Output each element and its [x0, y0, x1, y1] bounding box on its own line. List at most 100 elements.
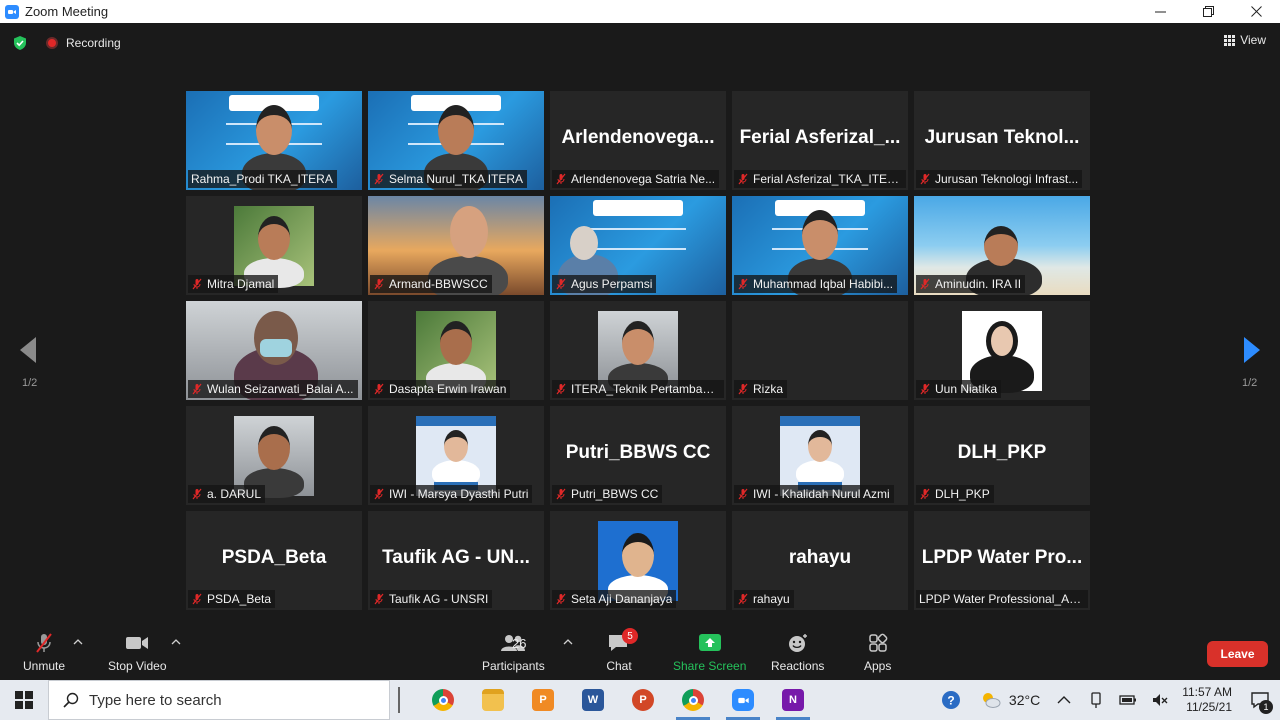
participant-tile[interactable]: Selma Nurul_TKA ITERA	[368, 91, 544, 190]
next-page-arrow-icon[interactable]	[1240, 335, 1264, 365]
participant-tile[interactable]: Seta Aji Dananjaya	[550, 511, 726, 610]
participant-tile[interactable]: Dasapta Erwin Irawan	[368, 301, 544, 400]
file-explorer-taskbar-button[interactable]	[468, 680, 518, 720]
reactions-button[interactable]: Reactions	[771, 632, 824, 673]
muted-mic-icon	[738, 488, 748, 500]
participant-tile[interactable]: Ferial Asferizal_... Ferial Asferizal_TKA…	[732, 91, 908, 190]
participant-name: Dasapta Erwin Irawan	[389, 382, 507, 396]
battery-icon[interactable]	[1118, 690, 1138, 710]
security-shield-icon[interactable]	[12, 35, 28, 51]
share-screen-label: Share Screen	[673, 659, 747, 673]
onenote-taskbar-button[interactable]: N	[768, 680, 818, 720]
participant-name: Mitra Djamal	[207, 277, 275, 291]
chevron-up-icon[interactable]	[1054, 690, 1074, 710]
participant-tile[interactable]: IWI - Khalidah Nurul Azmi	[732, 406, 908, 505]
pdf-app-taskbar-button[interactable]: P	[518, 680, 568, 720]
participant-tile[interactable]: Rizka	[732, 301, 908, 400]
participant-nameplate: a. DARUL	[188, 485, 266, 503]
profile-photo	[416, 416, 496, 496]
participant-tile[interactable]: Wulan Seizarwati_Balai A...	[186, 301, 362, 400]
apps-button[interactable]: Apps	[864, 632, 891, 673]
chrome-profile-taskbar-button[interactable]	[668, 680, 718, 720]
close-icon	[1250, 6, 1262, 17]
participant-nameplate: PSDA_Beta	[188, 590, 276, 608]
participant-nameplate: Dasapta Erwin Irawan	[370, 380, 511, 398]
participant-tile[interactable]: Uun Niatika	[914, 301, 1090, 400]
restore-button[interactable]	[1184, 0, 1232, 23]
participant-tile[interactable]: Taufik AG - UN... Taufik AG - UNSRI	[368, 511, 544, 610]
muted-mic-icon	[556, 488, 566, 500]
action-center-button[interactable]: 1	[1240, 680, 1280, 720]
video-options-caret-icon[interactable]	[171, 638, 181, 646]
participant-tile[interactable]: Rahma_Prodi TKA_ITERA	[186, 91, 362, 190]
notification-count-badge: 1	[1259, 700, 1273, 714]
clock-date: 11/25/21	[1186, 700, 1232, 714]
minimize-button[interactable]	[1136, 0, 1184, 23]
participant-nameplate: Rahma_Prodi TKA_ITERA	[188, 170, 337, 188]
muted-mic-icon	[374, 383, 384, 395]
recording-label[interactable]: Recording	[66, 36, 121, 50]
participant-tile[interactable]: Armand-BBWSCC	[368, 196, 544, 295]
muted-mic-icon	[920, 173, 930, 185]
chrome-taskbar-button[interactable]	[418, 680, 468, 720]
zoom-taskbar-button[interactable]	[718, 680, 768, 720]
participant-tile[interactable]: Jurusan Teknol... Jurusan Teknologi Infra…	[914, 91, 1090, 190]
help-icon[interactable]: ?	[941, 690, 961, 710]
participant-tile[interactable]: a. DARUL	[186, 406, 362, 505]
windows-logo-icon	[15, 691, 33, 709]
reactions-smiley-icon	[788, 634, 807, 652]
participants-count: 26	[512, 636, 527, 651]
restore-icon	[1202, 6, 1214, 17]
participant-name: Aminudin. IRA II	[935, 277, 1022, 291]
participant-tile[interactable]: Aminudin. IRA II	[914, 196, 1090, 295]
participants-options-caret-icon[interactable]	[563, 638, 573, 646]
stop-video-button[interactable]: Stop Video	[108, 632, 167, 673]
participant-tile[interactable]: Mitra Djamal	[186, 196, 362, 295]
leave-button[interactable]: Leave	[1207, 641, 1268, 667]
participant-name: PSDA_Beta	[207, 592, 272, 606]
speaker-muted-icon[interactable]	[1150, 690, 1170, 710]
previous-page-arrow-icon[interactable]	[16, 335, 40, 365]
participant-tile[interactable]: rahayu rahayu	[732, 511, 908, 610]
view-button[interactable]: View	[1224, 33, 1266, 47]
participant-nameplate: Muhammad Iqbal Habibi...	[734, 275, 898, 293]
weather-cloud-sun-icon[interactable]	[981, 690, 1001, 710]
temperature-label[interactable]: 32°C	[1009, 692, 1040, 708]
taskbar-clock[interactable]: 11:57 AM 11/25/21	[1182, 685, 1232, 715]
taskbar-search-box[interactable]: Type here to search	[48, 680, 390, 720]
chat-unread-badge: 5	[622, 628, 638, 644]
word-icon: W	[582, 689, 604, 711]
participant-tile[interactable]: IWI - Marsya Dyasthi Putri	[368, 406, 544, 505]
participant-name: Jurusan Teknologi Infrast...	[935, 172, 1079, 186]
participant-nameplate: Mitra Djamal	[188, 275, 279, 293]
muted-mic-icon	[374, 173, 384, 185]
participant-tile[interactable]: LPDP Water Pro... LPDP Water Professional…	[914, 511, 1090, 610]
video-camera-icon	[126, 637, 149, 649]
participants-label: Participants	[482, 659, 545, 673]
share-screen-button[interactable]: Share Screen	[673, 632, 746, 673]
participant-tile[interactable]: Muhammad Iqbal Habibi...	[732, 196, 908, 295]
participant-name: IWI - Marsya Dyasthi Putri	[389, 487, 529, 501]
participant-tile[interactable]: Putri_BBWS CC Putri_BBWS CC	[550, 406, 726, 505]
participant-tile[interactable]: ITERA_Teknik Pertambang...	[550, 301, 726, 400]
word-taskbar-button[interactable]: W	[568, 680, 618, 720]
close-button[interactable]	[1232, 0, 1280, 23]
audio-options-caret-icon[interactable]	[73, 638, 83, 646]
participant-name: Agus Perpamsi	[571, 277, 653, 291]
muted-mic-icon	[920, 383, 930, 395]
unmute-button[interactable]: Unmute	[23, 632, 65, 673]
view-label: View	[1240, 33, 1266, 47]
participant-display-name: Taufik AG - UN...	[382, 547, 530, 568]
start-button[interactable]	[0, 680, 48, 720]
participants-button[interactable]: 26 Participants	[482, 632, 545, 673]
participant-tile[interactable]: Arlendenovega... Arlendenovega Satria Ne.…	[550, 91, 726, 190]
participant-nameplate: Wulan Seizarwati_Balai A...	[188, 380, 358, 398]
participant-tile[interactable]: DLH_PKP DLH_PKP	[914, 406, 1090, 505]
powerpoint-taskbar-button[interactable]: P	[618, 680, 668, 720]
participant-tile[interactable]: PSDA_Beta PSDA_Beta	[186, 511, 362, 610]
usb-device-icon[interactable]	[1086, 690, 1106, 710]
participant-nameplate: Ferial Asferizal_TKA_ITERA	[734, 170, 906, 188]
participant-name: Rizka	[753, 382, 784, 396]
chat-button[interactable]: 5 Chat	[606, 628, 638, 673]
participant-tile[interactable]: Agus Perpamsi	[550, 196, 726, 295]
